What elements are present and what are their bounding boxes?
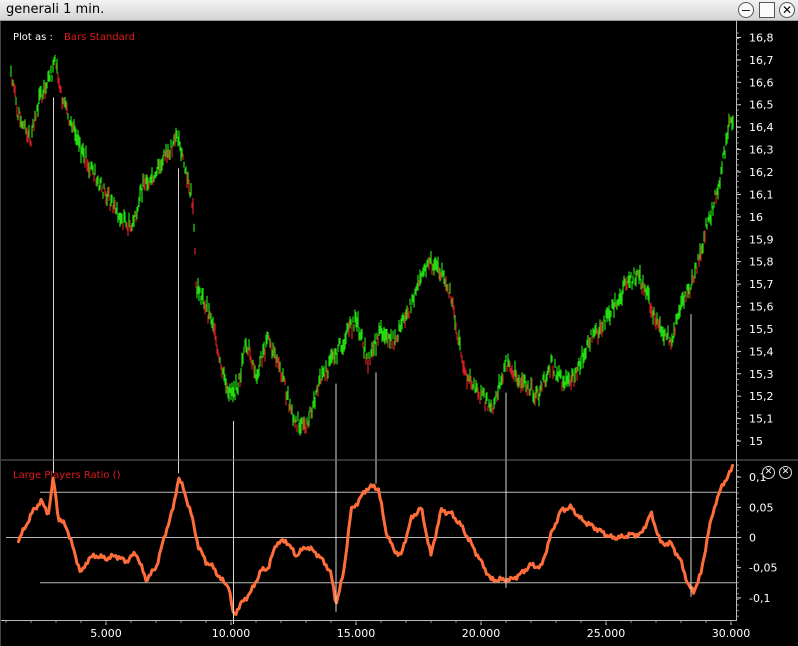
indicator-pane[interactable]: 0,10,050-0,05-0,1 Large Players Ratio () xyxy=(6,464,777,617)
window-title-bar: generali 1 min. xyxy=(0,0,798,21)
price-tick-label: 15,1 xyxy=(749,413,774,426)
indicator-tick-label: 0,05 xyxy=(749,501,774,514)
time-tick-label: 20.000 xyxy=(462,627,501,640)
price-tick-label: 15,3 xyxy=(749,368,774,381)
price-tick-label: 15,9 xyxy=(749,233,774,246)
indicator-series xyxy=(17,464,734,616)
price-tick-label: 15 xyxy=(749,435,763,448)
price-tick-label: 15,6 xyxy=(749,301,774,314)
indicator-label: Large Players Ratio () xyxy=(13,470,121,481)
price-tick-label: 15,2 xyxy=(749,390,774,403)
plot-as-label: Plot as : xyxy=(13,32,53,43)
price-tick-label: 16,3 xyxy=(749,144,774,157)
time-tick-label: 30.000 xyxy=(712,627,751,640)
time-tick-label: 15.000 xyxy=(337,627,376,640)
price-tick-label: 15,8 xyxy=(749,256,774,269)
indicator-remove-button[interactable] xyxy=(779,466,792,479)
price-tick-label: 16,1 xyxy=(749,188,774,201)
indicator-close-button[interactable] xyxy=(762,466,775,479)
price-tick-label: 16,2 xyxy=(749,166,774,179)
indicator-axis: 0,10,050-0,05-0,1 xyxy=(736,464,777,617)
price-tick-label: 16,6 xyxy=(749,76,774,89)
price-pane[interactable]: 16,8 16,7 16,6 16,5 16,4 16,3 16,2 16,1 16 15,9 15… xyxy=(0,21,774,460)
time-tick-label: 5.000 xyxy=(90,627,122,640)
price-tick-label: 16,5 xyxy=(749,99,774,112)
price-plot-background xyxy=(0,21,736,460)
price-tick-label: 16,8 xyxy=(749,31,774,44)
minimize-button[interactable] xyxy=(738,2,754,18)
indicator-tick-label: -0,1 xyxy=(749,592,770,605)
time-tick-label: 25.000 xyxy=(587,627,626,640)
window-title: generali 1 min. xyxy=(6,2,105,17)
price-tick-label: 16,7 xyxy=(749,54,774,67)
large-players-ratio-line xyxy=(17,464,734,616)
close-button[interactable] xyxy=(779,2,795,18)
price-tick-label: 15,4 xyxy=(749,345,774,358)
price-tick-label: 15,7 xyxy=(749,278,774,291)
plot-as-dropdown[interactable]: Bars Standard xyxy=(64,32,135,43)
indicator-tick-label: -0,05 xyxy=(749,562,777,575)
chart-area[interactable]: 16,8 16,7 16,6 16,5 16,4 16,3 16,2 16,1 16 15,9 15… xyxy=(0,21,798,646)
maximize-button[interactable] xyxy=(759,2,775,18)
indicator-tick-label: 0 xyxy=(749,531,756,544)
price-tick-label: 16 xyxy=(749,211,763,224)
price-tick-label: 16,4 xyxy=(749,121,774,134)
time-axis: 5.000 10.000 15.000 20.000 25.000 30.000 xyxy=(5,620,751,640)
time-tick-label: 10.000 xyxy=(212,627,251,640)
price-tick-label: 15,5 xyxy=(749,323,774,336)
price-axis: 16,8 16,7 16,6 16,5 16,4 16,3 16,2 16,1 16 15,9 15… xyxy=(736,31,774,448)
